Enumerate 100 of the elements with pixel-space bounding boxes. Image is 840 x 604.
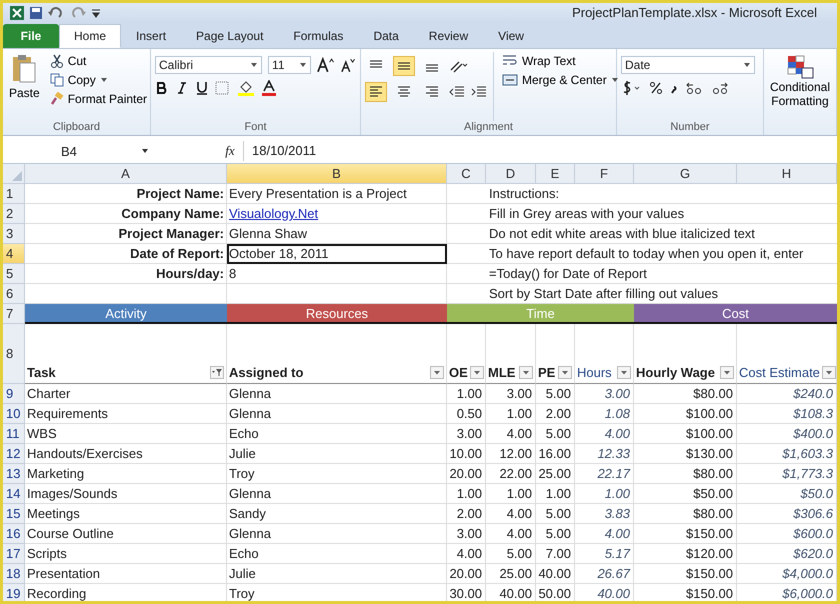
ribbon-tab[interactable]: Insert [121, 24, 182, 48]
wrap-text-button[interactable]: Wrap Text [500, 52, 621, 70]
table-cell: $50.0 [737, 484, 837, 504]
font-size-dropdown[interactable]: 11 [268, 56, 311, 74]
column-header[interactable]: G [634, 164, 737, 184]
table-cell: 4.00 [486, 424, 536, 444]
table-cell: $130.00 [634, 444, 737, 464]
dropdown-icon[interactable] [822, 366, 836, 379]
merge-center-button[interactable]: Merge & Center [500, 71, 621, 89]
ribbon-tab[interactable]: Review [414, 24, 484, 48]
row-header[interactable]: 9 [3, 384, 25, 404]
borders-icon[interactable] [215, 81, 231, 95]
grow-font-icon[interactable] [316, 57, 334, 73]
ribbon-tab[interactable]: Data [358, 24, 414, 48]
row-header[interactable]: 16 [3, 524, 25, 544]
undo-icon[interactable] [47, 6, 65, 20]
column-header[interactable]: B [227, 164, 447, 184]
table-cell: 50.00 [536, 584, 575, 601]
percent-icon[interactable] [649, 81, 663, 95]
row-header[interactable]: 18 [3, 564, 25, 584]
column-header[interactable]: C [447, 164, 486, 184]
table-cell: Glenna [227, 524, 447, 544]
column-header[interactable]: D [486, 164, 536, 184]
column-header[interactable]: A [25, 164, 227, 184]
table-cell: 5.00 [536, 504, 575, 524]
font-name-dropdown[interactable]: Calibri [155, 56, 262, 74]
table-cell: Echo [227, 544, 447, 564]
formula-field[interactable]: 18/10/2011 [243, 141, 837, 161]
row-header[interactable]: 10 [3, 404, 25, 424]
table-cell: $4,000.0 [737, 564, 837, 584]
table-cell: Handouts/Exercises [25, 444, 227, 464]
shrink-font-icon[interactable] [340, 57, 356, 73]
column-heading: Hourly Wage [636, 365, 715, 380]
table-cell: 4.00 [486, 524, 536, 544]
table-cell: Charter [25, 384, 227, 404]
column-header[interactable]: H [737, 164, 837, 184]
row-header[interactable]: 11 [3, 424, 25, 444]
row-header[interactable]: 6 [3, 284, 25, 304]
font-color-icon[interactable] [261, 80, 277, 96]
dropdown-icon[interactable] [558, 366, 572, 379]
name-box[interactable]: B4 [3, 141, 157, 161]
column-header[interactable]: F [575, 164, 634, 184]
ribbon-tab[interactable]: File [3, 24, 59, 48]
number-format-dropdown[interactable]: Date [621, 56, 755, 74]
ribbon-tab[interactable]: Formulas [278, 24, 358, 48]
vertical-align-button[interactable] [393, 56, 415, 76]
dropdown-icon[interactable] [720, 366, 734, 379]
row-header[interactable]: 12 [3, 444, 25, 464]
instruction-text: To have report default to today when you open it, enter [489, 246, 804, 261]
increase-indent-icon[interactable] [471, 85, 487, 99]
table-cell: 12.00 [486, 444, 536, 464]
dropdown-icon[interactable] [519, 366, 533, 379]
row-header[interactable]: 2 [3, 204, 25, 224]
cut-button[interactable]: Cut [48, 52, 150, 70]
table-cell: $400.0 [737, 424, 837, 444]
instruction-text: Sort by Start Date after filling out values [489, 286, 718, 301]
horizontal-align-button[interactable] [365, 82, 387, 102]
column-header[interactable]: E [536, 164, 575, 184]
row-header[interactable]: 17 [3, 544, 25, 564]
row-header[interactable]: 8 [3, 324, 25, 384]
column-heading: Assigned to [229, 365, 304, 380]
table-cell: 25.00 [536, 464, 575, 484]
insert-function-button[interactable]: fx [217, 143, 243, 159]
table-cell: $80.00 [634, 504, 737, 524]
dropdown-icon[interactable] [470, 366, 484, 379]
row-header[interactable]: 14 [3, 484, 25, 504]
ribbon-tab[interactable]: View [483, 24, 539, 48]
format-painter-button[interactable]: Format Painter [48, 90, 150, 108]
bold-icon[interactable] [155, 81, 169, 95]
conditional-formatting-button[interactable]: Conditional Formatting [768, 52, 832, 110]
decrease-indent-icon[interactable] [449, 85, 465, 99]
paste-button[interactable]: Paste [7, 52, 42, 121]
row-header[interactable]: 15 [3, 504, 25, 524]
save-icon[interactable] [29, 6, 43, 20]
table-cell: 4.00 [575, 524, 634, 544]
caret-icon [743, 62, 751, 68]
row-header[interactable]: 7 [3, 304, 25, 324]
row-header[interactable]: 4 [3, 244, 25, 264]
italic-icon[interactable] [175, 81, 189, 95]
ribbon-tab[interactable]: Page Layout [181, 24, 278, 48]
field-value: Every Presentation is a Project [229, 186, 407, 201]
row-header[interactable]: 3 [3, 224, 25, 244]
ribbon-tab[interactable]: Home [59, 24, 122, 48]
row-header[interactable]: 13 [3, 464, 25, 484]
dropdown-icon[interactable] [430, 366, 444, 379]
company-link[interactable]: Visualology.Net [229, 206, 318, 221]
table-cell: Julie [227, 444, 447, 464]
table-cell: 22.17 [575, 464, 634, 484]
table-cell: 1.00 [575, 484, 634, 504]
align-lines-icon [369, 85, 383, 99]
dropdown-icon[interactable] [617, 366, 631, 379]
underline-icon[interactable] [195, 81, 209, 95]
row-header[interactable]: 1 [3, 184, 25, 204]
customize-menu-icon[interactable] [91, 6, 101, 18]
copy-button[interactable]: Copy [48, 71, 150, 89]
row-header[interactable]: 5 [3, 264, 25, 284]
row-header[interactable]: 19 [3, 584, 25, 601]
fill-color-icon[interactable] [237, 80, 255, 96]
table-cell: 20.00 [447, 464, 486, 484]
filter-icon[interactable] [210, 366, 224, 379]
